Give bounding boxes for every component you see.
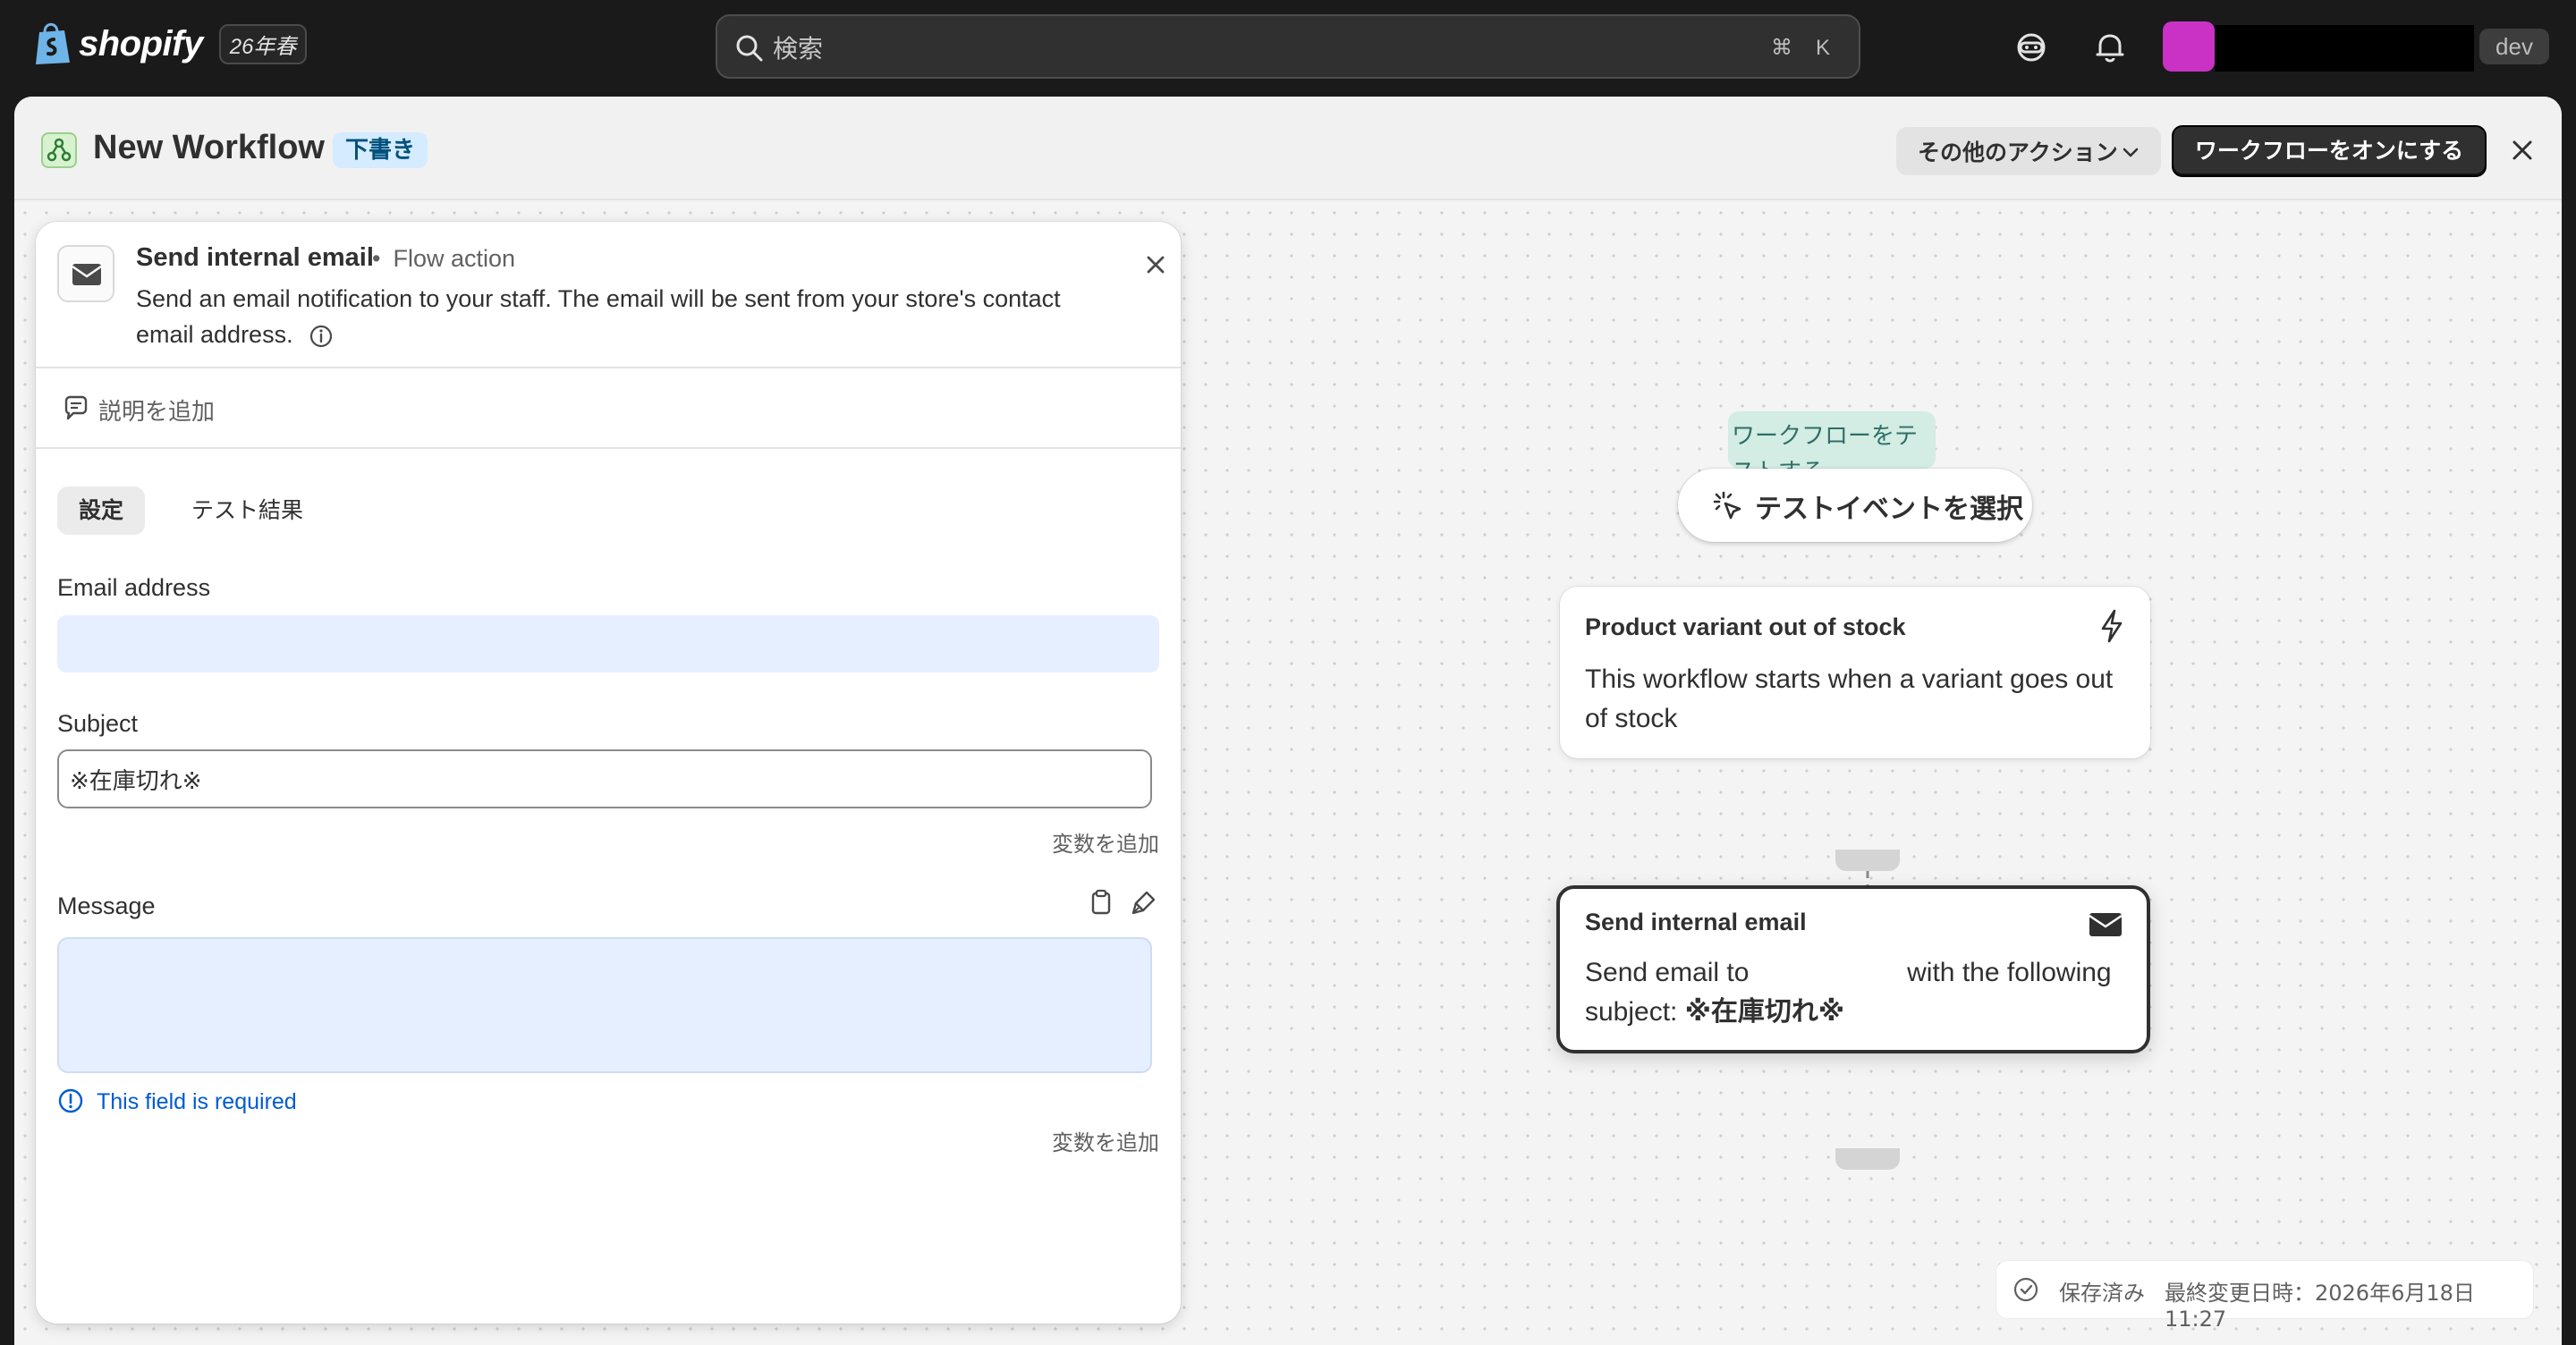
action-body-prefix: Send email to: [1585, 958, 1750, 987]
workflow-title[interactable]: New Workflow: [93, 129, 325, 167]
test-workflow-note-text: ワークフローをテストする: [1732, 423, 1919, 469]
search-icon: [736, 35, 763, 62]
turn-on-workflow-button[interactable]: ワークフローをオンにする: [2172, 125, 2487, 177]
more-actions-button[interactable]: その他のアクション: [1896, 127, 2161, 175]
lightning-icon: [2101, 609, 2123, 643]
action-node[interactable]: Send internal email Send email to with t…: [1556, 885, 2150, 1053]
brush-icon[interactable]: [1131, 889, 1157, 916]
message-field[interactable]: [57, 937, 1152, 1073]
chevron-down-icon: [2123, 148, 2139, 157]
message-label: Message: [57, 892, 156, 919]
support-icon[interactable]: [2012, 29, 2050, 66]
edition-badge: 26年春: [218, 23, 308, 64]
flow-app-icon: [41, 132, 77, 168]
action-description: Send an email notification to your staff…: [136, 285, 1061, 348]
store-avatar[interactable]: [2163, 21, 2215, 72]
action-node-title: Send internal email: [1585, 909, 1807, 935]
shopify-logo[interactable]: shopify 26年春: [32, 21, 308, 66]
envelope-icon: [2089, 913, 2123, 936]
workflow-editor-window: New Workflow 下書き その他のアクション ワークフローをオンにする …: [14, 97, 2562, 1345]
add-variable-subject-link[interactable]: 変数を追加: [1052, 826, 1159, 858]
subject-field[interactable]: [57, 749, 1152, 808]
panel-header: Send internal email Flow action Send an …: [36, 222, 1181, 368]
email-address-label: Email address: [57, 574, 211, 601]
tab-test-results[interactable]: テスト結果: [170, 486, 325, 535]
action-output-handle[interactable]: [1835, 1148, 1900, 1170]
message-error-text: This field is required: [97, 1089, 297, 1114]
email-address-field[interactable]: [57, 615, 1159, 672]
more-actions-label: その他のアクション: [1918, 140, 2118, 165]
top-bar: shopify 26年春 ⌘ K dev: [0, 0, 2576, 95]
search-input[interactable]: [773, 30, 1578, 66]
clipboard-icon[interactable]: [1088, 889, 1114, 916]
action-icon-badge: [57, 245, 114, 302]
action-body-subject: ※在庫切れ※: [1684, 997, 1845, 1027]
add-variable-message-link[interactable]: 変数を追加: [1052, 1125, 1159, 1156]
action-kind: Flow action: [372, 245, 515, 273]
add-description-button[interactable]: 説明を追加: [36, 370, 1181, 449]
add-description-label: 説明を追加: [98, 399, 216, 426]
global-search[interactable]: ⌘ K: [716, 14, 1860, 79]
brand-name: shopify: [79, 23, 203, 63]
action-node-description: Send email to with the following subject…: [1585, 953, 2122, 1032]
select-test-event-label: テストイベントを選択: [1755, 494, 2023, 525]
action-config-panel: Send internal email Flow action Send an …: [36, 222, 1181, 1324]
workflow-header: New Workflow 下書き その他のアクション ワークフローをオンにする: [14, 97, 2562, 200]
save-status: 保存済み 最終変更日時：2026年6月18日 11:27: [1996, 1261, 2533, 1332]
check-circle-icon: [2013, 1277, 2038, 1302]
close-icon[interactable]: [1141, 250, 1170, 279]
info-icon[interactable]: [309, 324, 334, 349]
tab-settings[interactable]: 設定: [57, 486, 146, 535]
action-description-wrap: Send an email notification to your staff…: [136, 281, 1102, 352]
action-title: Send internal email: [136, 243, 374, 272]
error-icon: [58, 1088, 83, 1113]
select-test-event-button[interactable]: テストイベントを選択: [1678, 469, 2032, 542]
test-workflow-note: ワークフローをテストする: [1728, 411, 1936, 469]
bell-icon[interactable]: [2091, 29, 2129, 66]
status-badge: 下書き: [333, 132, 428, 168]
subject-label: Subject: [57, 710, 139, 737]
shortcut-cmd: ⌘: [1771, 36, 1792, 60]
envelope-icon: [72, 264, 102, 285]
last-modified-time: 最終変更日時：2026年6月18日 11:27: [2165, 1281, 2475, 1332]
shortcut-key: K: [1815, 36, 1830, 60]
trigger-description: This workflow starts when a variant goes…: [1585, 664, 2114, 733]
close-icon[interactable]: [2506, 134, 2538, 166]
cursor-click-icon: [1713, 491, 1741, 520]
comment-add-icon: [64, 395, 88, 420]
trigger-node[interactable]: Product variant out of stock This workfl…: [1560, 587, 2150, 758]
shopify-bag-icon: [36, 22, 70, 64]
store-badge: dev: [2479, 29, 2549, 64]
trigger-title: Product variant out of stock: [1585, 613, 1906, 640]
save-status-label: 保存済み: [2059, 1281, 2145, 1306]
store-name-redacted[interactable]: [2215, 25, 2474, 72]
